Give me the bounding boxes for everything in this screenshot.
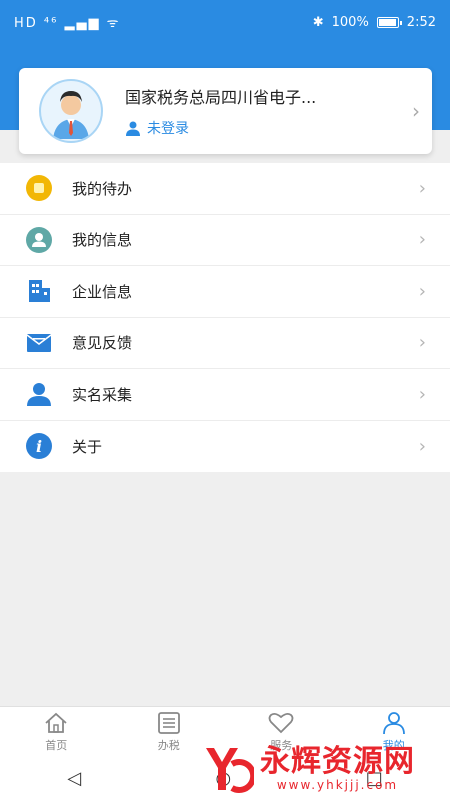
menu-list: 我的待办 › 我的信息 › 企业信息 › 意见反馈 › 实名采集 › i 关于 … bbox=[0, 163, 450, 472]
chevron-right-icon: › bbox=[412, 99, 420, 123]
tab-label: 我的 bbox=[382, 738, 405, 752]
menu-label: 我的待办 bbox=[72, 179, 133, 198]
building-icon bbox=[24, 276, 54, 306]
menu-item-about[interactable]: i 关于 › bbox=[0, 421, 450, 473]
todo-icon bbox=[24, 173, 54, 203]
profile-card[interactable]: 国家税务总局四川省电子... 未登录 › bbox=[19, 68, 432, 154]
mail-icon bbox=[24, 328, 54, 358]
tab-service[interactable]: 服务 bbox=[225, 707, 338, 756]
clock: 2:52 bbox=[406, 14, 436, 30]
tab-label: 首页 bbox=[45, 738, 68, 752]
svg-text:i: i bbox=[36, 437, 42, 456]
heart-icon bbox=[268, 711, 294, 735]
menu-item-my-info[interactable]: 我的信息 › bbox=[0, 215, 450, 266]
bottom-tabbar: 首页 办税 服务 我的 bbox=[0, 706, 450, 756]
battery-icon bbox=[376, 16, 402, 28]
login-status[interactable]: 未登录 bbox=[125, 118, 412, 138]
home-icon bbox=[44, 711, 68, 735]
status-bar: HD ⁴⁶ ▂▄▆ ᯤ ✱ 100% 2:52 bbox=[0, 0, 450, 44]
chevron-right-icon: › bbox=[418, 383, 426, 405]
battery-percent: 100% bbox=[331, 14, 369, 30]
recents-nav-icon[interactable]: □ bbox=[366, 768, 383, 789]
avatar-icon bbox=[53, 91, 89, 139]
bluetooth-icon: ✱ bbox=[312, 14, 324, 30]
menu-label: 我的信息 bbox=[72, 231, 133, 250]
menu-item-company-info[interactable]: 企业信息 › bbox=[0, 266, 450, 318]
user-info-icon bbox=[24, 225, 54, 255]
menu-item-real-name[interactable]: 实名采集 › bbox=[0, 369, 450, 421]
user-icon bbox=[126, 121, 140, 136]
avatar bbox=[39, 79, 103, 143]
menu-item-todo[interactable]: 我的待办 › bbox=[0, 163, 450, 215]
info-icon: i bbox=[24, 431, 54, 461]
chevron-right-icon: › bbox=[418, 229, 426, 251]
back-nav-icon[interactable]: ◁ bbox=[67, 768, 81, 789]
org-name: 国家税务总局四川省电子... bbox=[125, 88, 317, 107]
menu-label: 企业信息 bbox=[72, 282, 133, 301]
signal-icons: HD ⁴⁶ ▂▄▆ ᯤ bbox=[14, 16, 121, 31]
chevron-right-icon: › bbox=[418, 280, 426, 302]
login-status-label: 未登录 bbox=[147, 121, 189, 137]
menu-label: 实名采集 bbox=[72, 385, 133, 404]
home-nav-icon[interactable]: ○ bbox=[216, 768, 232, 789]
chevron-right-icon: › bbox=[418, 177, 426, 199]
tab-mine[interactable]: 我的 bbox=[338, 707, 450, 756]
profile-icon bbox=[382, 711, 406, 735]
tab-home[interactable]: 首页 bbox=[0, 707, 113, 756]
profile-text: 国家税务总局四川省电子... 未登录 bbox=[125, 84, 412, 138]
tab-tax[interactable]: 办税 bbox=[113, 707, 226, 756]
status-right: ✱ 100% 2:52 bbox=[313, 15, 436, 30]
menu-label: 关于 bbox=[72, 437, 103, 456]
menu-item-feedback[interactable]: 意见反馈 › bbox=[0, 318, 450, 369]
tab-label: 服务 bbox=[270, 738, 293, 752]
menu-label: 意见反馈 bbox=[72, 334, 133, 353]
person-icon bbox=[24, 379, 54, 409]
status-left: HD ⁴⁶ ▂▄▆ ᯤ bbox=[14, 13, 120, 31]
chevron-right-icon: › bbox=[418, 332, 426, 354]
list-icon bbox=[157, 711, 181, 735]
chevron-right-icon: › bbox=[418, 435, 426, 457]
tab-label: 办税 bbox=[157, 738, 180, 752]
system-navbar: ◁ ○ □ bbox=[0, 756, 450, 800]
